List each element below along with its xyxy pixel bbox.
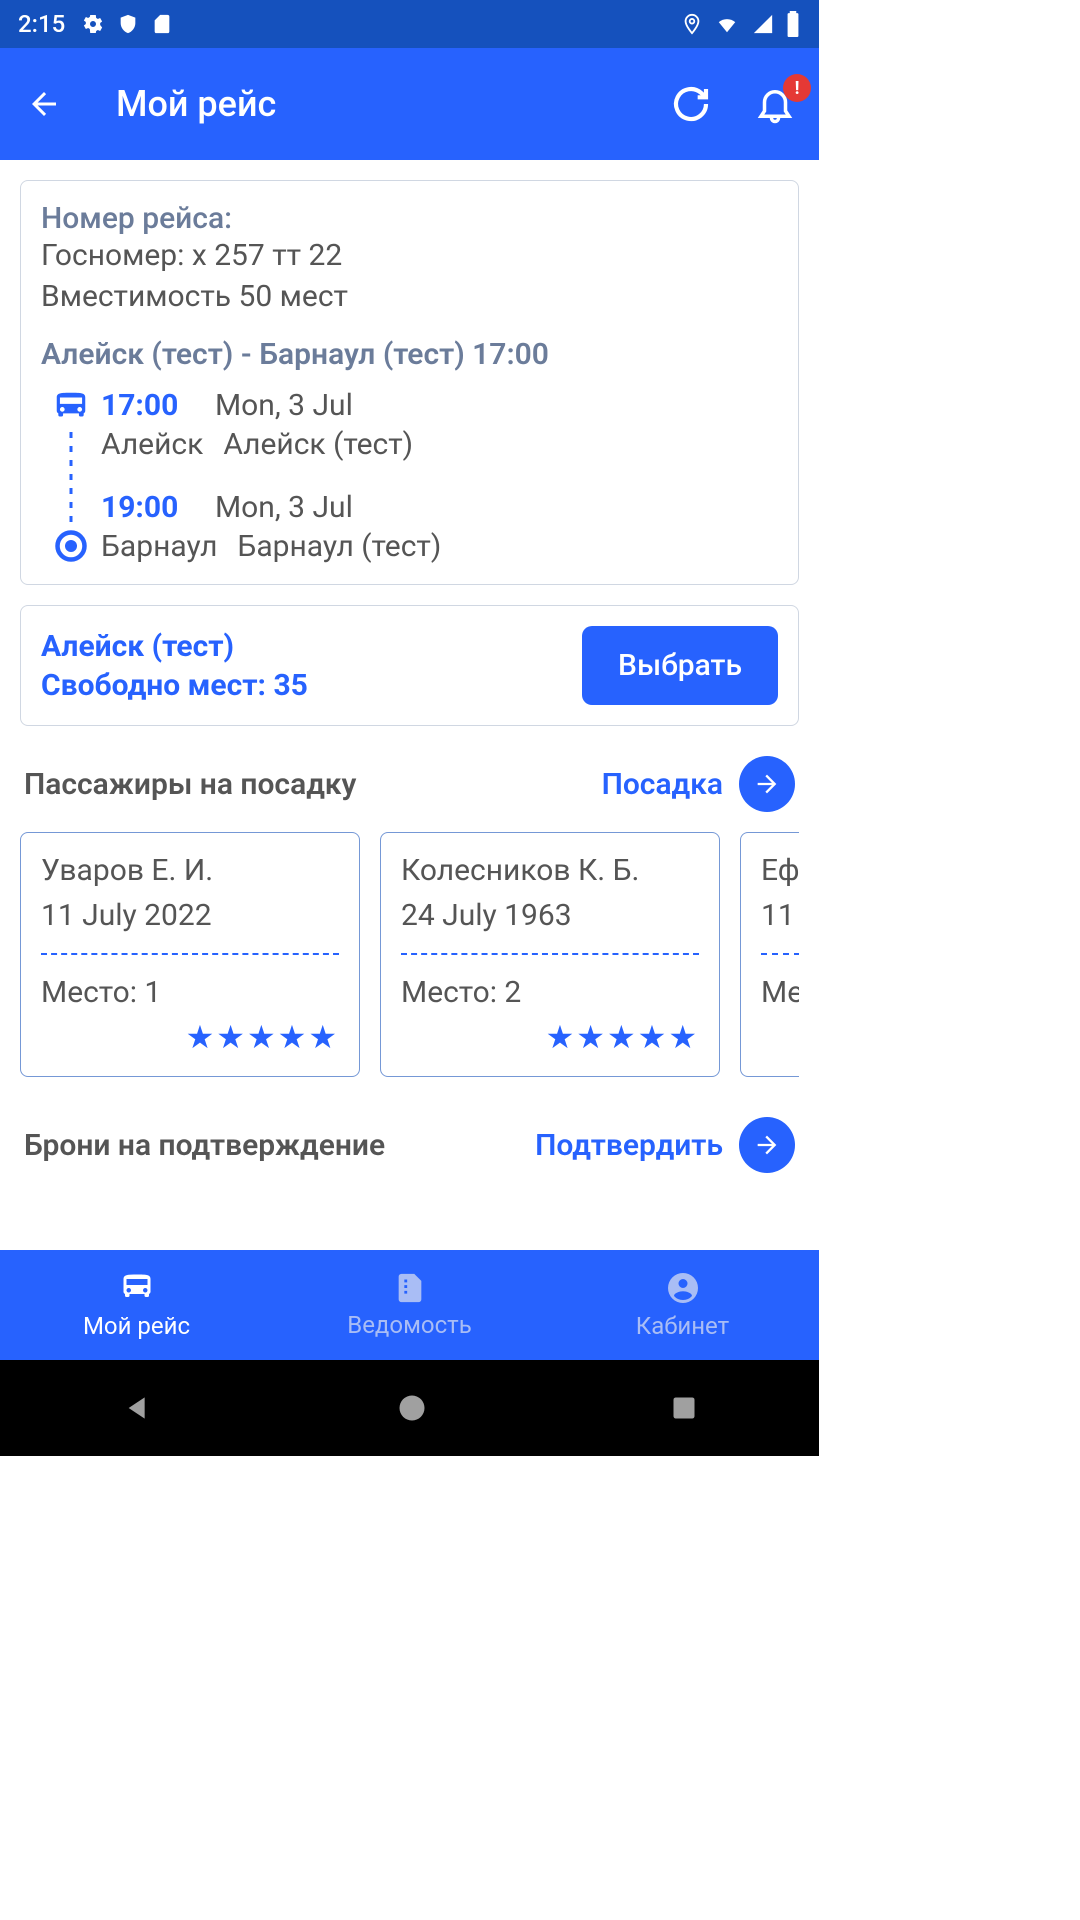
nav-register[interactable]: Ведомость — [273, 1250, 546, 1360]
arrival-city: Барнаул — [101, 529, 217, 564]
departure-time: 17:00 — [101, 388, 211, 423]
arrow-right-icon — [739, 1117, 795, 1173]
passenger-list[interactable]: Уваров Е. И. 11 July 2022 Место: 1 ★★★★★… — [20, 832, 799, 1077]
destination-icon — [53, 528, 89, 564]
select-button[interactable]: Выбрать — [582, 626, 778, 705]
confirm-action[interactable]: Подтвердить — [535, 1117, 795, 1173]
battery-icon — [785, 11, 801, 37]
plate-number: Госномер: х 257 тт 22 — [41, 236, 778, 277]
passenger-date: 11 J — [761, 898, 799, 933]
sys-home-button[interactable] — [397, 1393, 427, 1423]
confirm-action-label: Подтвердить — [535, 1128, 723, 1163]
status-bar: 2:15 — [0, 0, 819, 48]
signal-icon — [751, 13, 775, 35]
divider — [41, 953, 339, 955]
location-icon — [681, 11, 703, 37]
document-icon — [393, 1271, 427, 1305]
boarding-action-label: Посадка — [602, 767, 723, 802]
sys-recent-button[interactable] — [670, 1394, 698, 1422]
stop-select-card: Алейск (тест) Свободно мест: 35 Выбрать — [20, 605, 799, 726]
passenger-seat: Место: 1 — [41, 975, 339, 1010]
arrow-right-icon — [739, 756, 795, 812]
arrival-station: Барнаул (тест) — [237, 529, 441, 564]
departure-city: Алейск — [101, 427, 203, 462]
arrival-date: Mon, 3 Jul — [215, 490, 353, 525]
back-button[interactable] — [20, 80, 68, 128]
page-title: Мой рейс — [116, 83, 276, 125]
sys-back-button[interactable] — [122, 1392, 154, 1424]
app-bar: Мой рейс ! — [0, 48, 819, 160]
capacity: Вместимость 50 мест — [41, 277, 778, 318]
passengers-title: Пассажиры на посадку — [24, 767, 356, 802]
content: Номер рейса: Госномер: х 257 тт 22 Вмест… — [0, 160, 819, 1213]
account-icon — [665, 1270, 701, 1306]
system-nav — [0, 1360, 819, 1456]
nav-my-trip[interactable]: Мой рейс — [0, 1250, 273, 1360]
passenger-card[interactable]: Колесников К. Б. 24 July 1963 Место: 2 ★… — [380, 832, 720, 1077]
passenger-date: 11 July 2022 — [41, 898, 339, 933]
notification-badge: ! — [783, 74, 811, 102]
nav-label: Мой рейс — [83, 1312, 190, 1340]
bookings-title: Брони на подтверждение — [24, 1128, 385, 1163]
departure-station: Алейск (тест) — [223, 427, 413, 462]
status-time: 2:15 — [18, 10, 65, 38]
passenger-name: Уваров Е. И. — [41, 853, 339, 888]
refresh-button[interactable] — [667, 80, 715, 128]
route-number-label: Номер рейса: — [41, 201, 778, 236]
bottom-nav: Мой рейс Ведомость Кабинет — [0, 1250, 819, 1360]
departure-date: Mon, 3 Jul — [215, 388, 353, 423]
route-timeline — [41, 388, 101, 564]
passenger-date: 24 July 1963 — [401, 898, 699, 933]
divider — [761, 953, 799, 955]
trip-card: Номер рейса: Госномер: х 257 тт 22 Вмест… — [20, 180, 799, 585]
bookings-section-header: Брони на подтверждение Подтвердить — [20, 1117, 799, 1173]
nav-cabinet[interactable]: Кабинет — [546, 1250, 819, 1360]
passenger-name: Ефр — [761, 853, 799, 888]
rating-stars: ★★★★★ — [401, 1018, 699, 1056]
route-title: Алейск (тест) - Барнаул (тест) 17:00 — [41, 337, 778, 372]
boarding-action[interactable]: Посадка — [602, 756, 795, 812]
arrival-time: 19:00 — [101, 490, 211, 525]
sd-card-icon — [151, 13, 173, 35]
bus-icon — [119, 1270, 155, 1306]
passenger-name: Колесников К. Б. — [401, 853, 699, 888]
divider — [401, 953, 699, 955]
passengers-section-header: Пассажиры на посадку Посадка — [20, 756, 799, 812]
notifications-button[interactable]: ! — [751, 80, 799, 128]
passenger-card[interactable]: Уваров Е. И. 11 July 2022 Место: 1 ★★★★★ — [20, 832, 360, 1077]
wifi-icon — [713, 13, 741, 35]
stop-name: Алейск (тест) — [41, 629, 308, 664]
bus-icon — [52, 388, 90, 426]
nav-label: Ведомость — [347, 1311, 471, 1339]
nav-label: Кабинет — [636, 1312, 729, 1340]
gear-icon — [81, 12, 105, 36]
passenger-seat: Ме — [761, 975, 799, 1010]
rating-stars: ★★★★★ — [41, 1018, 339, 1056]
shield-icon — [117, 13, 139, 35]
passenger-seat: Место: 2 — [401, 975, 699, 1010]
passenger-card[interactable]: Ефр 11 J Ме — [740, 832, 799, 1077]
free-seats: Свободно мест: 35 — [41, 668, 308, 703]
